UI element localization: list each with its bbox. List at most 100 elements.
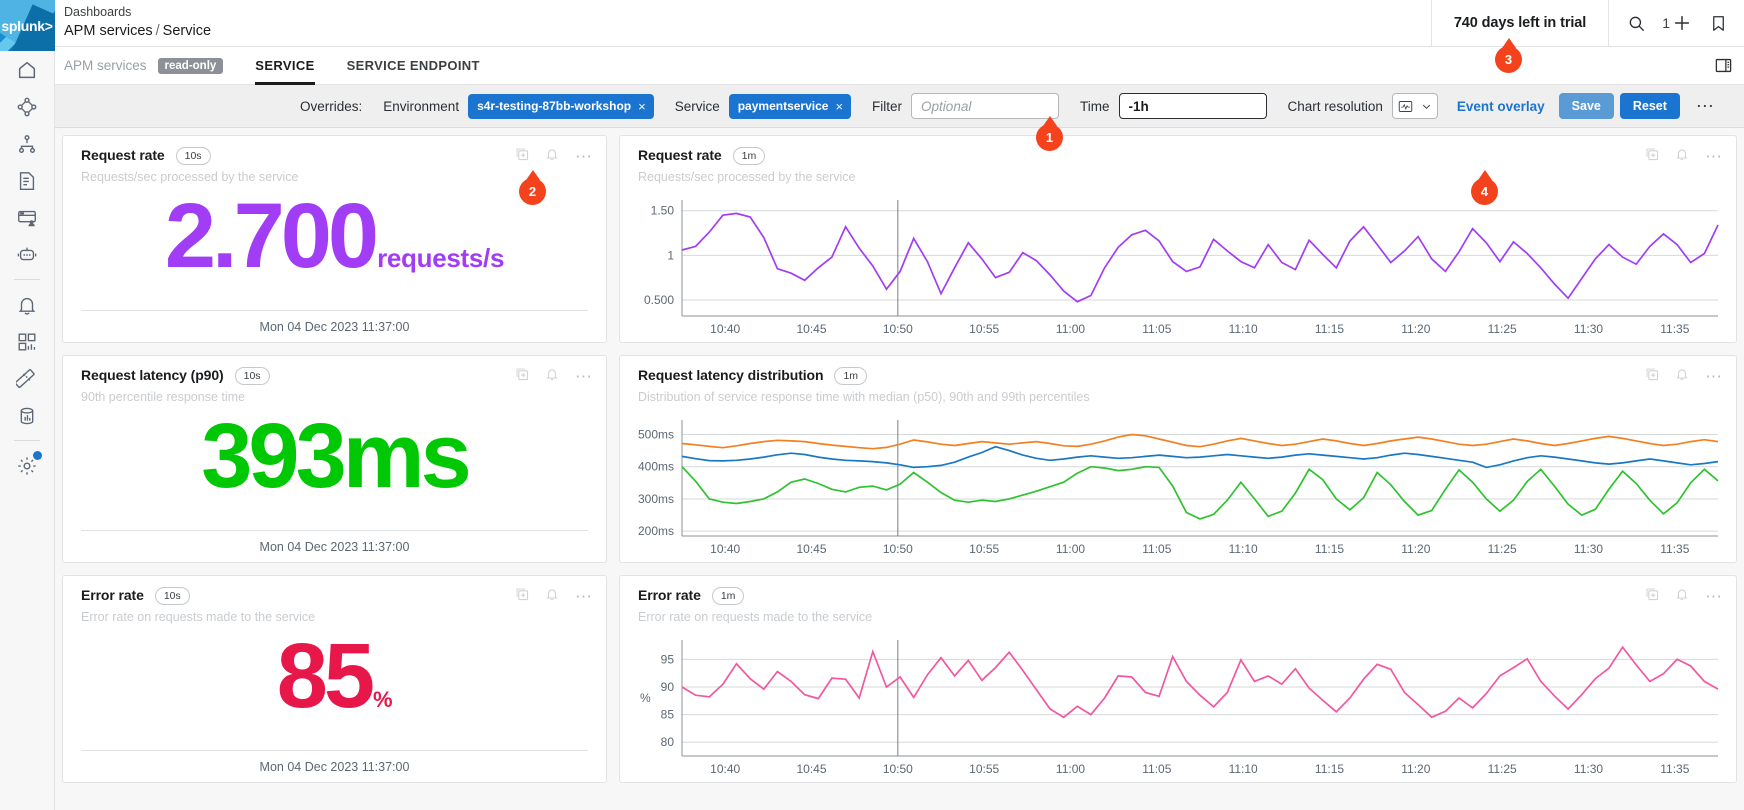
panel-actions: ⋯: [1645, 367, 1723, 386]
panel-title: Request rate: [638, 147, 722, 163]
svg-text:80: 80: [661, 735, 675, 749]
search-icon[interactable]: [1627, 14, 1646, 33]
reset-button[interactable]: Reset: [1619, 93, 1680, 119]
hierarchy-icon[interactable]: [0, 125, 55, 162]
breadcrumb-page[interactable]: Service: [163, 23, 211, 39]
data-management-icon[interactable]: [0, 397, 55, 434]
environment-chip-close-icon[interactable]: ×: [638, 99, 646, 114]
svg-text:10:55: 10:55: [969, 542, 999, 556]
service-chip[interactable]: paymentservice ×: [728, 93, 852, 119]
single-value-display: 85 %: [63, 624, 606, 728]
rail-divider-2: [14, 440, 40, 441]
add-to-dashboard-icon[interactable]: [1645, 367, 1659, 386]
service-chip-close-icon[interactable]: ×: [835, 99, 843, 114]
panel-resolution-badge: 10s: [154, 587, 190, 605]
svg-text:11:25: 11:25: [1488, 762, 1517, 776]
chart-resolution-select[interactable]: [1391, 93, 1438, 119]
panel-divider: [81, 310, 588, 311]
overflow-menu-icon[interactable]: ⋯: [1696, 97, 1715, 115]
tabbar-context-label: APM services: [64, 58, 147, 73]
service-map-icon[interactable]: [0, 88, 55, 125]
svg-text:10:55: 10:55: [969, 322, 999, 336]
chart-latency-distribution[interactable]: 200ms 300ms 400ms 500ms 10:40 10:45 10:50 10:55…: [620, 408, 1736, 562]
svg-text:10:40: 10:40: [710, 322, 740, 336]
panel-subtitle: 90th percentile response time: [81, 390, 245, 404]
svg-text:85: 85: [661, 708, 675, 722]
add-to-dashboard-icon[interactable]: [1645, 587, 1659, 606]
environment-chip[interactable]: s4r-testing-87bb-workshop ×: [468, 93, 654, 119]
alert-bell-icon[interactable]: [1675, 587, 1689, 606]
panel-error-rate-value: Error rate 10s ⋯ Error rate on requests …: [62, 575, 607, 783]
alert-bell-icon[interactable]: [1675, 367, 1689, 386]
splunk-logo[interactable]: splunk>: [0, 0, 55, 51]
alerts-bell-icon[interactable]: [0, 286, 55, 323]
svg-text:11:35: 11:35: [1660, 762, 1689, 776]
svg-text:%: %: [640, 691, 651, 705]
svg-text:11:10: 11:10: [1229, 542, 1258, 556]
add-to-dashboard-icon[interactable]: [515, 147, 529, 166]
add-new-button[interactable]: 1: [1662, 12, 1693, 34]
panel-overflow-icon[interactable]: ⋯: [1705, 588, 1723, 605]
dashboard-row-3: Error rate 10s ⋯ Error rate on requests …: [62, 575, 1737, 783]
alert-bell-icon[interactable]: [545, 367, 559, 386]
alert-bell-icon[interactable]: [545, 587, 559, 606]
settings-gear-icon[interactable]: [0, 447, 55, 484]
alert-bell-icon[interactable]: [1675, 147, 1689, 166]
svg-text:10:45: 10:45: [796, 542, 826, 556]
breadcrumb-parent[interactable]: Dashboards: [64, 3, 1431, 21]
bookmark-icon[interactable]: [1709, 14, 1728, 33]
chart-error-rate[interactable]: 80 85 90 95% 10:40 10:45 10:50 10:55 11:00 11:05 1…: [620, 628, 1736, 782]
dashboard-row-1: Request rate 10s ⋯ Requests/sec processe…: [62, 135, 1737, 343]
svg-text:11:30: 11:30: [1574, 762, 1603, 776]
filter-field: Filter Optional: [872, 93, 1060, 119]
svg-text:10:45: 10:45: [796, 322, 826, 336]
panel-overflow-icon[interactable]: ⋯: [575, 588, 593, 605]
svg-text:11:05: 11:05: [1142, 322, 1171, 336]
panel-actions: ⋯: [515, 587, 593, 606]
read-only-badge: read-only: [157, 57, 224, 74]
svg-text:10:55: 10:55: [969, 762, 999, 776]
svg-text:11:20: 11:20: [1401, 762, 1430, 776]
add-to-dashboard-icon[interactable]: [515, 587, 529, 606]
time-input[interactable]: -1h: [1118, 93, 1267, 119]
tab-service-endpoint[interactable]: SERVICE ENDPOINT: [347, 47, 480, 85]
panel-overflow-icon[interactable]: ⋯: [1705, 368, 1723, 385]
chart-resolution-label: Chart resolution: [1287, 98, 1383, 114]
add-to-dashboard-icon[interactable]: [1645, 147, 1659, 166]
panel-overflow-icon[interactable]: ⋯: [575, 368, 593, 385]
side-panel-toggle-icon[interactable]: [1714, 56, 1733, 75]
filter-label: Filter: [872, 98, 903, 114]
log-observer-icon[interactable]: [0, 162, 55, 199]
panel-overflow-icon[interactable]: ⋯: [575, 148, 593, 165]
svg-text:10:50: 10:50: [883, 762, 913, 776]
panel-title: Request rate: [81, 147, 165, 163]
svg-text:11:00: 11:00: [1056, 542, 1085, 556]
callout-badge-3: 3: [1495, 46, 1522, 73]
plus-icon: [1675, 16, 1689, 30]
synthetics-robot-icon[interactable]: [0, 236, 55, 273]
panel-actions: ⋯: [515, 367, 593, 386]
svg-text:10:40: 10:40: [710, 542, 740, 556]
add-to-dashboard-icon[interactable]: [515, 367, 529, 386]
breadcrumb-section[interactable]: APM services: [64, 23, 153, 39]
filter-input[interactable]: Optional: [911, 93, 1060, 119]
panel-title: Request latency distribution: [638, 367, 824, 383]
service-filter: Service paymentservice ×: [675, 93, 852, 119]
svg-text:11:30: 11:30: [1574, 322, 1603, 336]
event-overlay-link[interactable]: Event overlay: [1457, 99, 1545, 114]
home-icon[interactable]: [0, 51, 55, 88]
panel-overflow-icon[interactable]: ⋯: [1705, 148, 1723, 165]
chart-request-rate[interactable]: 0.500 1 1.50 10:40 10:45 10:50 10:55 11:00 11:05…: [620, 188, 1736, 342]
save-button[interactable]: Save: [1558, 93, 1614, 119]
svg-text:90: 90: [661, 680, 675, 694]
svg-text:11:20: 11:20: [1401, 322, 1430, 336]
rum-icon[interactable]: [0, 199, 55, 236]
panel-resolution-badge: 1m: [834, 367, 868, 385]
tab-service[interactable]: SERVICE: [255, 47, 315, 85]
alert-bell-icon[interactable]: [545, 147, 559, 166]
panel-header: Error rate 1m ⋯: [620, 576, 1736, 606]
pulse-icon: [1398, 100, 1413, 112]
metrics-ruler-icon[interactable]: [0, 360, 55, 397]
panel-header: Request latency (p90) 10s ⋯: [63, 356, 606, 386]
dashboards-icon[interactable]: [0, 323, 55, 360]
